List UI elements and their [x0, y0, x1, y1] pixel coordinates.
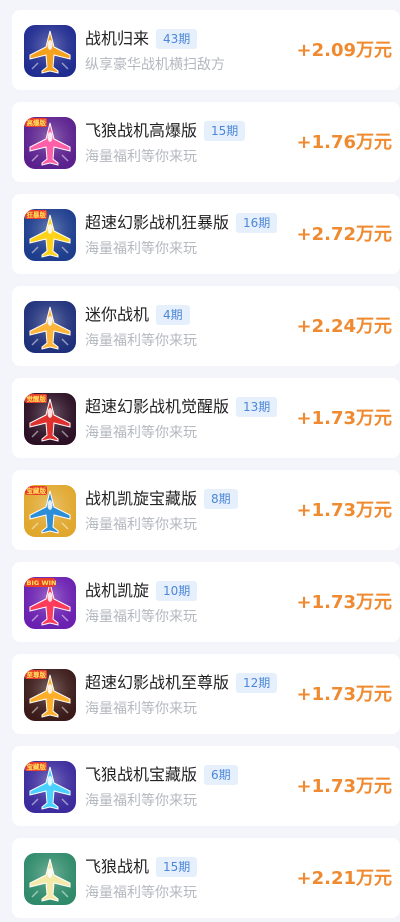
game-card[interactable]: 高爆版 飞狼战机高爆版 15期 海量福利等你来玩 +1.76万元: [12, 102, 400, 182]
issue-badge: 43期: [156, 29, 198, 49]
title-row: 迷你战机 4期: [85, 303, 190, 327]
jet-game-icon[interactable]: 宝藏版: [24, 485, 76, 537]
game-card[interactable]: 宝藏版 战机凯旋宝藏版 8期 海量福利等你来玩 +1.73万元: [12, 470, 400, 550]
game-reward-list: 战机归来 43期 纵享豪华战机横扫敌方 +2.09万元 高爆版 飞狼战机高爆版 …: [0, 0, 400, 922]
reward-amount: +1.73万元: [296, 776, 393, 797]
title-row: 超速幻影战机觉醒版 13期: [85, 395, 278, 419]
svg-text:高爆版: 高爆版: [27, 118, 47, 127]
title-row: 战机归来 43期: [85, 27, 198, 51]
issue-badge: 6期: [204, 765, 238, 785]
svg-text:至尊版: 至尊版: [27, 670, 47, 679]
game-subtitle: 海量福利等你来玩: [85, 517, 197, 533]
reward-amount: +2.24万元: [296, 316, 393, 337]
game-title: 超速幻影战机至尊版: [85, 673, 230, 692]
game-card[interactable]: 觉醒版 超速幻影战机觉醒版 13期 海量福利等你来玩 +1.73万元: [12, 378, 400, 458]
title-row: 战机凯旋 10期: [85, 579, 198, 603]
issue-badge: 10期: [156, 581, 198, 601]
jet-game-icon[interactable]: 至尊版: [24, 669, 76, 721]
title-row: 超速幻影战机狂暴版 16期: [85, 211, 278, 235]
issue-badge: 15期: [156, 857, 198, 877]
jet-game-icon[interactable]: [24, 25, 76, 77]
jet-game-icon[interactable]: [24, 301, 76, 353]
title-row: 战机凯旋宝藏版 8期: [85, 487, 238, 511]
svg-text:宝藏版: 宝藏版: [27, 762, 47, 771]
game-title: 迷你战机: [85, 305, 150, 324]
game-subtitle: 海量福利等你来玩: [85, 425, 197, 441]
jet-game-icon[interactable]: 高爆版: [24, 117, 76, 169]
issue-badge: 13期: [236, 397, 278, 417]
game-title: 飞狼战机高爆版: [85, 121, 198, 140]
issue-badge: 16期: [236, 213, 278, 233]
game-title: 战机凯旋: [85, 581, 150, 600]
game-card[interactable]: 迷你战机 4期 海量福利等你来玩 +2.24万元: [12, 286, 400, 366]
game-subtitle: 海量福利等你来玩: [85, 885, 197, 901]
reward-amount: +2.72万元: [296, 224, 393, 245]
game-subtitle: 纵享豪华战机横扫敌方: [85, 57, 225, 73]
issue-badge: 4期: [156, 305, 190, 325]
game-title: 战机归来: [85, 29, 150, 48]
game-subtitle: 海量福利等你来玩: [85, 333, 197, 349]
game-subtitle: 海量福利等你来玩: [85, 701, 197, 717]
game-card[interactable]: 飞狼战机 15期 海量福利等你来玩 +2.21万元: [12, 838, 400, 918]
game-card[interactable]: BIG WIN 战机凯旋 10期 海量福利等你来玩 +1.73万元: [12, 562, 400, 642]
svg-text:觉醒版: 觉醒版: [27, 394, 47, 403]
svg-text:宝藏版: 宝藏版: [27, 486, 47, 495]
title-row: 飞狼战机高爆版 15期: [85, 119, 246, 143]
game-card[interactable]: 狂暴版 超速幻影战机狂暴版 16期 海量福利等你来玩 +2.72万元: [12, 194, 400, 274]
reward-amount: +1.73万元: [296, 408, 393, 429]
jet-game-icon[interactable]: 狂暴版: [24, 209, 76, 261]
jet-game-icon[interactable]: [24, 853, 76, 905]
jet-game-icon[interactable]: BIG WIN: [24, 577, 76, 629]
game-subtitle: 海量福利等你来玩: [85, 793, 197, 809]
game-title: 超速幻影战机觉醒版: [85, 397, 230, 416]
jet-game-icon[interactable]: 宝藏版: [24, 761, 76, 813]
game-title: 战机凯旋宝藏版: [85, 489, 198, 508]
reward-amount: +2.09万元: [296, 40, 393, 61]
issue-badge: 8期: [204, 489, 238, 509]
game-card[interactable]: 战机归来 43期 纵享豪华战机横扫敌方 +2.09万元: [12, 10, 400, 90]
title-row: 飞狼战机宝藏版 6期: [85, 763, 238, 787]
game-title: 超速幻影战机狂暴版: [85, 213, 230, 232]
game-card[interactable]: 宝藏版 飞狼战机宝藏版 6期 海量福利等你来玩 +1.73万元: [12, 746, 400, 826]
jet-game-icon[interactable]: 觉醒版: [24, 393, 76, 445]
title-row: 飞狼战机 15期: [85, 855, 198, 879]
game-subtitle: 海量福利等你来玩: [85, 149, 197, 165]
game-subtitle: 海量福利等你来玩: [85, 241, 197, 257]
reward-amount: +2.21万元: [296, 868, 393, 889]
game-subtitle: 海量福利等你来玩: [85, 609, 197, 625]
game-card[interactable]: 至尊版 超速幻影战机至尊版 12期 海量福利等你来玩 +1.73万元: [12, 654, 400, 734]
reward-amount: +1.73万元: [296, 500, 393, 521]
issue-badge: 12期: [236, 673, 278, 693]
game-title: 飞狼战机: [85, 857, 150, 876]
title-row: 超速幻影战机至尊版 12期: [85, 671, 278, 695]
svg-text:BIG WIN: BIG WIN: [27, 579, 57, 587]
reward-amount: +1.76万元: [296, 132, 393, 153]
reward-amount: +1.73万元: [296, 592, 393, 613]
issue-badge: 15期: [204, 121, 246, 141]
game-title: 飞狼战机宝藏版: [85, 765, 198, 784]
reward-amount: +1.73万元: [296, 684, 393, 705]
svg-text:狂暴版: 狂暴版: [27, 210, 47, 219]
